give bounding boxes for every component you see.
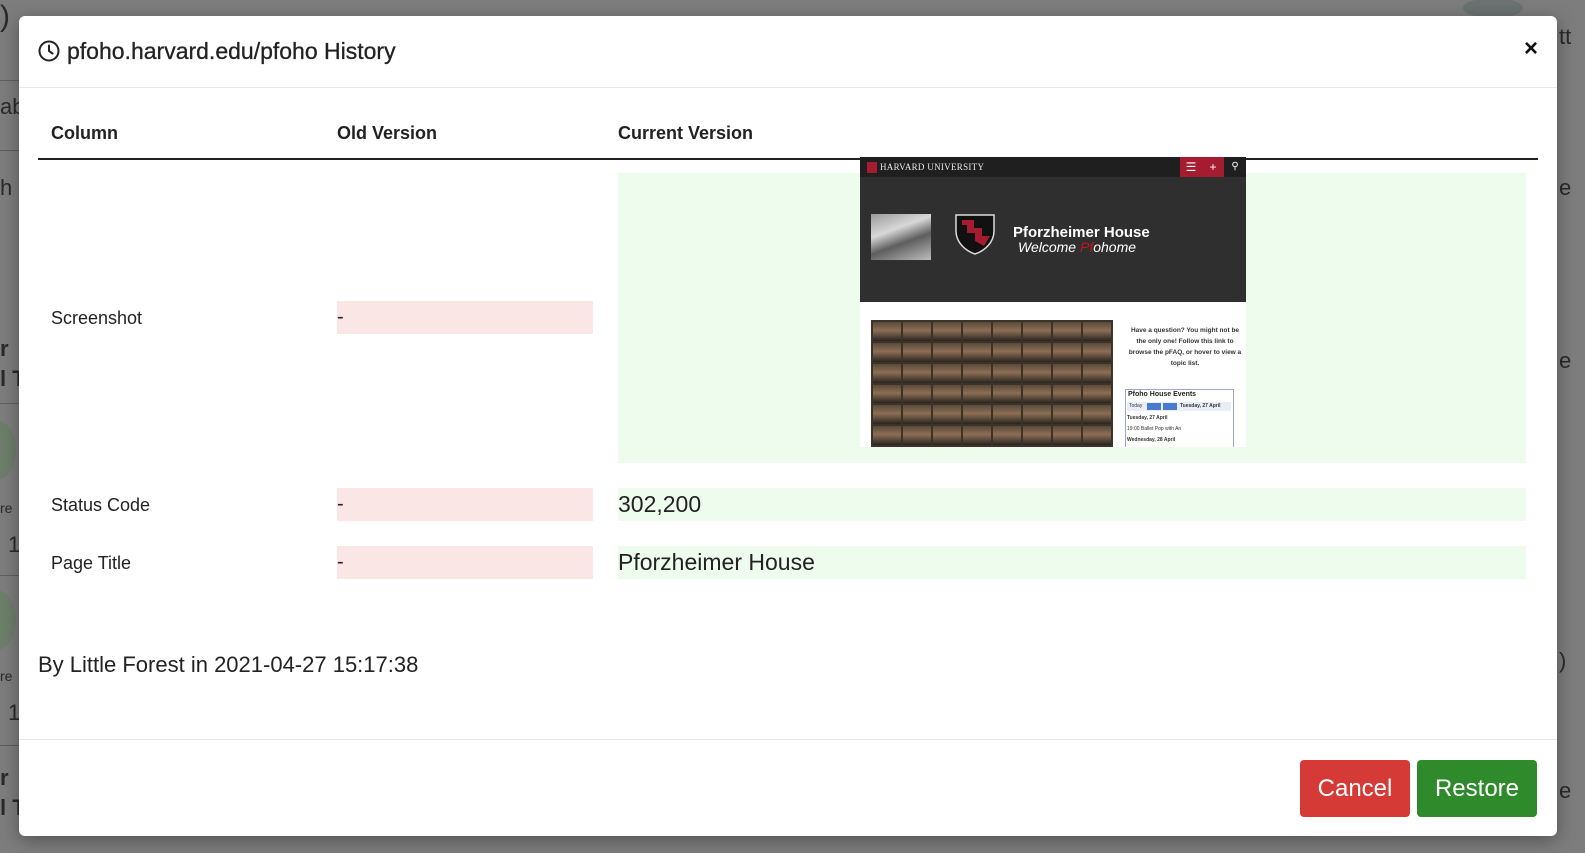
background-fragment: h xyxy=(0,175,13,200)
background-fragment: tt xyxy=(1559,24,1572,49)
pfoho-shield-icon xyxy=(955,214,995,255)
background-divider xyxy=(0,150,19,151)
events-item: 19:00 Ballet Pop with An xyxy=(1127,426,1182,432)
row-label-page-title: Page Title xyxy=(51,553,132,573)
events-nav: Today Tuesday, 27 April xyxy=(1127,402,1231,411)
house-photo xyxy=(871,214,931,260)
old-value-status-code: - xyxy=(337,488,593,521)
background-fragment: e xyxy=(1559,778,1572,803)
events-day: Wednesday, 28 April xyxy=(1127,437,1176,443)
table-header-divider xyxy=(38,158,1538,160)
welcome-suffix: ohome xyxy=(1093,239,1137,255)
row-label-status-code: Status Code xyxy=(51,495,151,515)
thumbnail-events: Pfoho House Events Today Tuesday, 27 Apr… xyxy=(1125,389,1234,447)
old-value-text: - xyxy=(337,306,344,328)
cancel-button[interactable]: Cancel xyxy=(1300,760,1410,817)
search-icon: ⚲ xyxy=(1231,161,1239,172)
modal-footer-divider xyxy=(19,739,1557,740)
background-fragment: ) xyxy=(1559,648,1567,673)
modal-header: pfoho.harvard.edu/pfoho History × xyxy=(19,16,1557,88)
old-value-text: - xyxy=(337,493,344,515)
old-value-page-title: - xyxy=(337,546,593,579)
background-fragment: e xyxy=(1559,348,1572,373)
clock-icon xyxy=(38,40,60,62)
background-fragment: r xyxy=(0,336,9,361)
plus-icon: + xyxy=(1202,157,1224,177)
background-fragment: r xyxy=(0,765,9,790)
background-fragment: re xyxy=(0,500,13,516)
background-divider xyxy=(0,575,19,576)
background-fragment: e xyxy=(1559,175,1572,200)
modal-title: pfoho.harvard.edu/pfoho History xyxy=(67,38,396,64)
row-label-screenshot: Screenshot xyxy=(51,308,143,328)
background-divider xyxy=(0,403,19,404)
background-fragment: re xyxy=(0,668,13,684)
thumbnail-topbar: HARVARD UNIVERSITY ☰ + ⚲ xyxy=(860,157,1246,177)
events-day: Tuesday, 27 April xyxy=(1127,415,1168,421)
current-value-status-code: 302,200 xyxy=(618,488,1526,521)
video-call-grid xyxy=(871,320,1113,447)
column-header-old-version: Old Version xyxy=(337,123,438,143)
menu-icon: ☰ xyxy=(1180,157,1202,177)
harvard-shield-icon xyxy=(867,162,877,173)
thumbnail-welcome: Welcome Pfohome xyxy=(1018,239,1136,255)
history-attribution: By Little Forest in 2021-04-27 15:17:38 xyxy=(38,652,419,677)
background-divider xyxy=(0,745,19,746)
old-value-screenshot: - xyxy=(337,301,593,334)
old-value-text: - xyxy=(337,551,344,573)
close-button[interactable]: × xyxy=(1519,36,1543,62)
history-modal: pfoho.harvard.edu/pfoho History × Column… xyxy=(19,16,1557,836)
column-header-current-version: Current Version xyxy=(618,123,754,143)
events-today: Today xyxy=(1129,403,1143,409)
restore-button[interactable]: Restore xyxy=(1417,760,1537,817)
welcome-red: Pf xyxy=(1079,239,1094,255)
current-value-page-title: Pforzheimer House xyxy=(618,546,1526,579)
events-title: Pfoho House Events xyxy=(1128,391,1197,398)
thumbnail-university: HARVARD UNIVERSITY xyxy=(880,162,985,172)
thumbnail-faq-text: Have a question? You might not be the on… xyxy=(1128,327,1242,367)
background-fragment: ) xyxy=(0,0,10,33)
website-screenshot-thumbnail: HARVARD UNIVERSITY ☰ + ⚲ Pforzheimer Hou… xyxy=(860,157,1246,447)
column-header-column: Column xyxy=(51,123,118,143)
prev-icon xyxy=(1147,403,1161,410)
background-divider xyxy=(0,80,19,81)
welcome-prefix: Welcome xyxy=(1018,239,1080,255)
next-icon xyxy=(1163,403,1177,410)
events-date: Tuesday, 27 April xyxy=(1180,403,1221,409)
